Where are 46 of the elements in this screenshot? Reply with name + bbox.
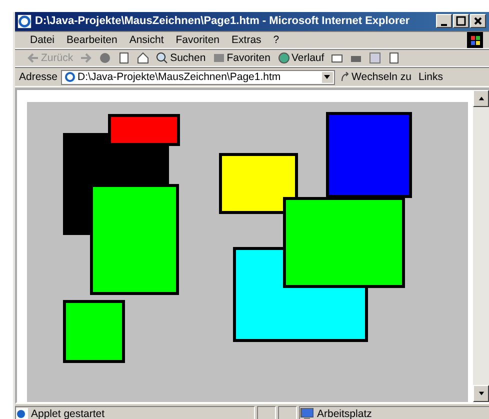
home-button[interactable]: [135, 52, 152, 64]
zone-label: Arbeitsplatz: [317, 408, 372, 419]
minimize-button[interactable]: [436, 14, 452, 28]
page-icon: [64, 71, 76, 84]
stop-icon: [99, 52, 112, 64]
scrollbar[interactable]: [473, 90, 489, 402]
right-arrow-icon: [80, 52, 92, 64]
up-arrow-icon: [478, 95, 484, 102]
minimize-icon: [441, 24, 447, 26]
status-panel: [278, 406, 297, 419]
down-arrow-icon: [478, 390, 484, 398]
home-icon: [137, 52, 150, 64]
menu-item[interactable]: Ansicht: [124, 34, 169, 46]
menu-item[interactable]: ?: [268, 34, 284, 46]
window-title: D:\Java-Projekte\MausZeichnen\Page1.htm - Microsoft Internet Explorer: [35, 15, 411, 28]
refresh-icon: [118, 52, 130, 64]
document-icon: [388, 52, 400, 64]
menu-item[interactable]: Extras: [226, 34, 266, 46]
links-button[interactable]: Links: [416, 71, 445, 84]
status-message: Applet gestartet: [31, 408, 105, 419]
favorites-button[interactable]: Favoriten: [210, 52, 272, 64]
close-icon: [473, 16, 483, 26]
arrow-icon: [340, 72, 350, 82]
search-icon: [156, 52, 168, 64]
mail-icon: [331, 52, 344, 64]
browser-icon: [17, 14, 32, 29]
status-panel: [257, 406, 276, 419]
maximize-icon: [456, 16, 466, 26]
edit-icon: [369, 52, 382, 64]
caret-icon: [323, 73, 332, 82]
windows-logo-icon: [465, 32, 485, 48]
menu-item[interactable]: Favoriten: [170, 34, 225, 46]
left-arrow-icon: [27, 52, 39, 64]
menu-item[interactable]: Bearbeiten: [62, 34, 122, 46]
address-label: Adresse: [19, 71, 58, 84]
close-button[interactable]: [470, 14, 486, 28]
mail-button[interactable]: [329, 52, 346, 64]
maximize-button[interactable]: [453, 14, 469, 28]
dropdown-button[interactable]: [320, 70, 334, 84]
go-button[interactable]: Wechseln zu: [338, 71, 414, 84]
search-button[interactable]: Suchen: [154, 52, 208, 64]
address-field[interactable]: D:\Java-Projekte\MausZeichnen\Page1.htm: [60, 70, 335, 85]
history-button[interactable]: Verlauf: [276, 52, 326, 64]
menu-item[interactable]: Datei: [25, 34, 60, 46]
page-icon: [16, 408, 28, 419]
globe-icon: [278, 52, 290, 64]
